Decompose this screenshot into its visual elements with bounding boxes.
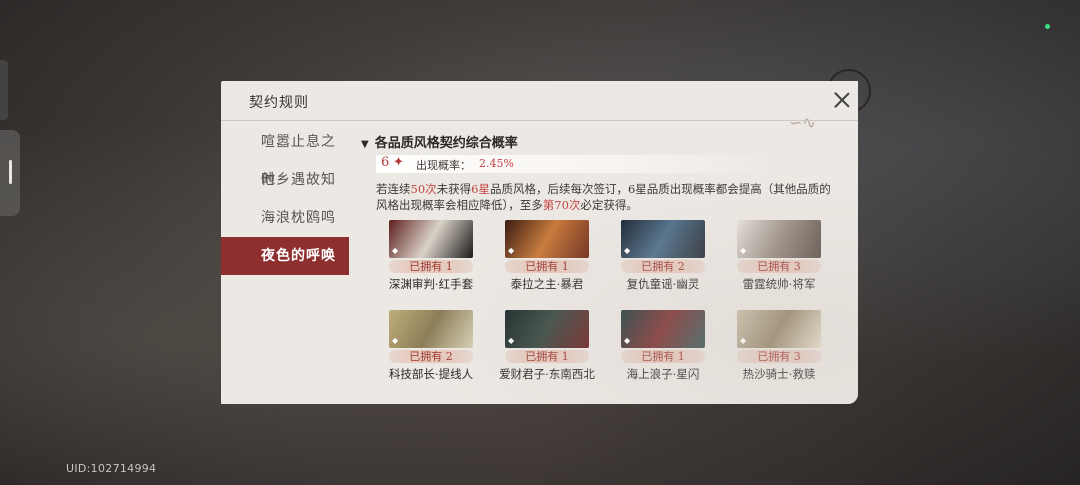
- card-name: 雷霆统帅·将军: [742, 277, 816, 291]
- close-icon[interactable]: [831, 89, 853, 111]
- card-name: 海上浪子·星闪: [626, 367, 700, 381]
- section-title[interactable]: ▼ 各品质风格契约综合概率: [361, 132, 518, 151]
- header-divider: [221, 120, 858, 121]
- desc-text: 必定获得。: [580, 198, 638, 212]
- owned-count: 已拥有 3: [737, 350, 821, 363]
- chevron-down-icon: ▼: [361, 139, 369, 150]
- rarity-badge-icon: ◆: [740, 336, 747, 345]
- star-level: 6: [381, 155, 390, 170]
- card-name: 复仇童谣·幽灵: [626, 277, 700, 291]
- rate-row: 6 ✦ 出现概率： 2.45%: [376, 155, 778, 173]
- nav-item-4-active[interactable]: 夜色的呼唤: [221, 237, 349, 275]
- owned-count: 已拥有 1: [505, 260, 589, 273]
- rules-nav: 喧嚣止息之时 他乡遇故知 海浪枕鸥鸣 夜色的呼唤: [221, 123, 349, 275]
- handle-bar: [9, 160, 12, 184]
- card-portrait: ◆: [389, 310, 473, 348]
- status-dot: [1045, 24, 1050, 29]
- dialog-title: 契约规则: [249, 95, 309, 111]
- star-icon: ✦: [393, 155, 404, 170]
- rate-value: 2.45%: [479, 157, 514, 170]
- contract-rules-dialog: 契约规则 ∽∿ 喧嚣止息之时 他乡遇故知 海浪枕鸥鸣 夜色的呼唤 ▼ 各品质风格契…: [221, 81, 858, 404]
- owned-count: 已拥有 3: [737, 260, 821, 273]
- card-portrait: ◆: [621, 310, 705, 348]
- card-portrait: ◆: [737, 310, 821, 348]
- pity-description: 若连续50次未获得6星品质风格，后续每次签订，6星品质出现概率都会提高（其他品质…: [376, 181, 836, 213]
- owned-count: 已拥有 1: [389, 260, 473, 273]
- rarity-badge-icon: ◆: [392, 246, 399, 255]
- card-name: 科技部长·提线人: [388, 367, 474, 381]
- rarity-badge-icon: ◆: [624, 246, 631, 255]
- nav-item-2[interactable]: 他乡遇故知: [221, 161, 349, 199]
- card-portrait: ◆: [505, 220, 589, 258]
- rarity-badge-icon: ◆: [508, 336, 515, 345]
- desc-highlight: 第70次: [542, 198, 581, 212]
- card-portrait: ◆: [505, 310, 589, 348]
- uid-label: UID:102714994: [66, 462, 157, 475]
- card-name: 深渊审判·红手套: [388, 277, 474, 291]
- nav-item-1[interactable]: 喧嚣止息之时: [221, 123, 349, 188]
- desc-text: 未获得: [436, 182, 472, 196]
- side-edge: [0, 60, 8, 120]
- rarity-badge-icon: ◆: [740, 246, 747, 255]
- rarity-badge-icon: ◆: [392, 336, 399, 345]
- section-title-text: 各品质风格契约综合概率: [374, 136, 518, 151]
- owned-count: 已拥有 1: [505, 350, 589, 363]
- card-portrait: ◆: [621, 220, 705, 258]
- nav-item-3[interactable]: 海浪枕鸥鸣: [221, 199, 349, 237]
- desc-highlight: 6星: [471, 182, 490, 196]
- card-name: 泰拉之主·暴君: [510, 277, 584, 291]
- owned-count: 已拥有 1: [621, 350, 705, 363]
- owned-count: 已拥有 2: [389, 350, 473, 363]
- card-name: 热沙骑士·救赎: [742, 367, 816, 381]
- rarity-badge-icon: ◆: [508, 246, 515, 255]
- rules-content: ▼ 各品质风格契约综合概率 6 ✦ 出现概率： 2.45% 若连续50次未获得6星…: [351, 125, 851, 404]
- desc-text: 若连续: [376, 182, 411, 196]
- card-portrait: ◆: [389, 220, 473, 258]
- side-drawer-handle[interactable]: [0, 130, 20, 216]
- rarity-badge-icon: ◆: [624, 336, 631, 345]
- owned-count: 已拥有 2: [621, 260, 705, 273]
- rate-label: 出现概率：: [416, 159, 471, 172]
- card-portrait: ◆: [737, 220, 821, 258]
- desc-highlight: 50次: [410, 182, 437, 196]
- card-name: 爱财君子·东南西北: [499, 367, 595, 381]
